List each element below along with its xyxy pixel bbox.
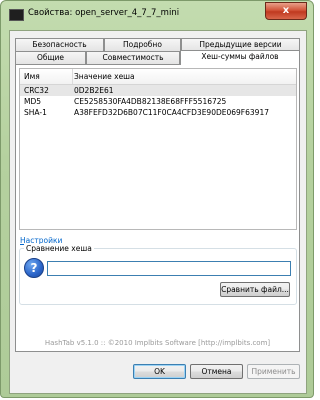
ok-button[interactable]: OK <box>133 364 186 379</box>
hash-value: 0D2B2E61 <box>74 86 114 95</box>
properties-window: Свойства: open_server_4_7_7_mini x Безоп… <box>0 0 314 398</box>
hash-row-sha1[interactable]: SHA-1 A38FEFD32D6B07C11F0CA4CFD3E90DE069… <box>20 107 296 118</box>
hash-row-crc32[interactable]: CRC32 0D2B2E61 <box>20 85 296 96</box>
column-header-name[interactable]: Имя <box>24 72 40 81</box>
hash-list[interactable]: Имя Значение хеша CRC32 0D2B2E61 MD5 CE5… <box>19 68 297 230</box>
tab-file-hashes[interactable]: Хеш-суммы файлов <box>180 50 300 65</box>
tab-details[interactable]: Подробно <box>104 38 181 51</box>
dialog-client-area: Безопасность Подробно Предыдущие версии … <box>9 30 307 394</box>
title-bar[interactable]: Свойства: open_server_4_7_7_mini x <box>1 1 313 25</box>
hash-value: A38FEFD32D6B07C11F0CA4CFD3E90DE069F63917 <box>74 108 269 117</box>
column-divider[interactable] <box>72 69 73 84</box>
hash-compare-group: Сравнение хеша ? Сравнить файл... <box>19 244 297 305</box>
cancel-button[interactable]: Отмена <box>190 364 243 379</box>
column-header-hash-value[interactable]: Значение хеша <box>74 72 135 81</box>
hash-row-md5[interactable]: MD5 CE5258530FA4DB82138E68FFF5516725 <box>20 96 296 107</box>
compare-file-button[interactable]: Сравнить файл... <box>220 282 290 297</box>
list-header: Имя Значение хеша <box>20 69 296 85</box>
question-icon: ? <box>24 258 44 278</box>
hash-name: CRC32 <box>24 86 49 95</box>
window-title: Свойства: open_server_4_7_7_mini <box>28 8 180 18</box>
hash-compare-legend: Сравнение хеша <box>24 244 94 253</box>
app-icon <box>9 9 24 21</box>
tab-compatibility[interactable]: Совместимость <box>86 51 180 64</box>
apply-button[interactable]: Применить <box>247 364 300 379</box>
hash-compare-input[interactable] <box>47 261 291 276</box>
tab-general[interactable]: Общие <box>15 51 86 64</box>
tab-panel-file-hashes: Имя Значение хеша CRC32 0D2B2E61 MD5 CE5… <box>15 64 300 352</box>
hash-name: SHA-1 <box>24 108 47 117</box>
hashtab-credits: HashTab v5.1.0 :: ©2010 Implbits Softwar… <box>44 339 271 347</box>
close-button[interactable]: x <box>265 2 307 20</box>
tab-security[interactable]: Безопасность <box>15 38 104 51</box>
hash-value: CE5258530FA4DB82138E68FFF5516725 <box>74 97 227 106</box>
hash-name: MD5 <box>24 97 42 106</box>
